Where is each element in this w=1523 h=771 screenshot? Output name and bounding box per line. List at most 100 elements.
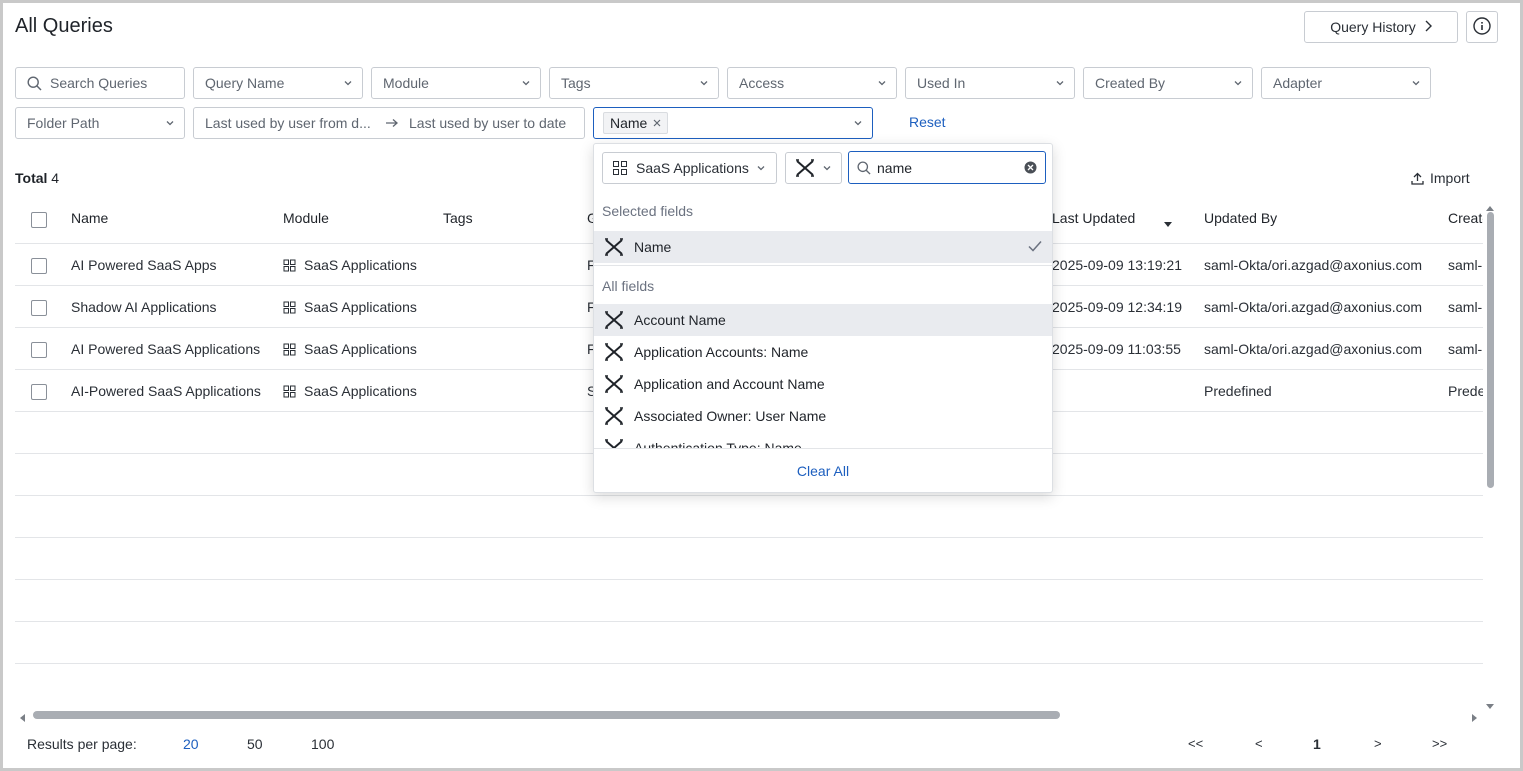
module-select[interactable]: SaaS Applications: [602, 152, 777, 184]
used-in-label: Used In: [917, 75, 966, 91]
adapter-filter[interactable]: Adapter: [1261, 67, 1431, 99]
column-header-module[interactable]: Module: [283, 210, 329, 226]
vertical-scroll-thumb[interactable]: [1487, 212, 1494, 488]
last-page-button[interactable]: >>: [1432, 736, 1447, 751]
field-search-input[interactable]: name: [848, 151, 1046, 184]
access-label: Access: [739, 75, 785, 91]
close-icon[interactable]: [653, 119, 661, 127]
field-item[interactable]: Associated Owner: User Name: [594, 400, 1052, 432]
field-chip: Name: [603, 112, 669, 134]
search-icon: [27, 75, 42, 91]
info-button[interactable]: [1466, 11, 1498, 43]
clear-circle-icon[interactable]: [1024, 161, 1037, 174]
selected-fields-heading: Selected fields: [602, 203, 694, 219]
query-name-cell[interactable]: AI-Powered SaaS Applications: [71, 383, 261, 399]
empty-row: [15, 538, 1483, 580]
field-item[interactable]: Application and Account Name: [594, 368, 1052, 400]
scroll-down-icon[interactable]: [1485, 697, 1495, 713]
row-checkbox[interactable]: [31, 342, 47, 358]
query-name-cell[interactable]: Shadow AI Applications: [71, 299, 217, 315]
used-in-filter[interactable]: Used In: [905, 67, 1075, 99]
import-label: Import: [1430, 170, 1470, 186]
access-filter[interactable]: Access: [727, 67, 897, 99]
created-by-filter[interactable]: Created By: [1083, 67, 1253, 99]
query-name-filter[interactable]: Query Name: [193, 67, 363, 99]
chevron-down-icon: [757, 164, 765, 172]
search-queries-input[interactable]: Search Queries: [15, 67, 185, 99]
apps-grid-icon: [283, 259, 296, 275]
page-title: All Queries: [15, 15, 113, 37]
date-from-input[interactable]: Last used by user from d...: [205, 115, 375, 131]
row-checkbox[interactable]: [31, 258, 47, 274]
field-item-label: Application Accounts: Name: [634, 344, 809, 360]
upload-icon: [1411, 172, 1424, 185]
chevron-down-icon: [522, 79, 530, 87]
sort-desc-icon[interactable]: [1163, 216, 1173, 232]
column-header-created-by[interactable]: Create: [1448, 210, 1483, 226]
tags-label: Tags: [561, 75, 591, 91]
footer-divider: [594, 448, 1052, 449]
chevron-right-icon: [1424, 19, 1432, 35]
select-all-checkbox[interactable]: [31, 212, 47, 228]
chevron-down-icon: [1412, 79, 1420, 87]
field-item-label: Authentication Type: Name: [634, 440, 802, 448]
first-page-button[interactable]: <<: [1188, 736, 1203, 751]
search-placeholder: Search Queries: [50, 75, 148, 91]
date-to-input[interactable]: Last used by user to date: [409, 115, 566, 131]
module-filter[interactable]: Module: [371, 67, 541, 99]
query-history-label: Query History: [1330, 19, 1416, 35]
fields-filter[interactable]: Name: [593, 107, 873, 139]
updated-by-cell: saml-Okta/ori.azgad@axonius.com: [1204, 341, 1423, 357]
adapter-cross-icon: [604, 375, 624, 393]
field-picker-dropdown: SaaS Applications name Selected fields N…: [593, 143, 1053, 493]
query-name-label: Query Name: [205, 75, 285, 91]
date-range-filter[interactable]: Last used by user from d... Last used by…: [193, 107, 585, 139]
column-header-updated-by[interactable]: Updated By: [1204, 210, 1277, 226]
apps-grid-icon: [283, 301, 296, 317]
adapter-select[interactable]: [785, 152, 842, 184]
column-header-name[interactable]: Name: [71, 210, 108, 226]
current-page[interactable]: 1: [1313, 736, 1321, 752]
created-by-cell: Prede: [1448, 383, 1483, 399]
field-item-label: Application and Account Name: [634, 376, 825, 392]
column-header-last-updated[interactable]: Last Updated: [1052, 210, 1135, 226]
updated-by-cell: Predefined: [1204, 383, 1272, 399]
query-name-cell[interactable]: AI Powered SaaS Applications: [71, 341, 260, 357]
folder-path-filter[interactable]: Folder Path: [15, 107, 185, 139]
reset-link[interactable]: Reset: [909, 114, 946, 130]
field-item[interactable]: Application Accounts: Name: [594, 336, 1052, 368]
field-item[interactable]: Authentication Type: Name: [594, 432, 1052, 448]
row-checkbox[interactable]: [31, 300, 47, 316]
tags-filter[interactable]: Tags: [549, 67, 719, 99]
updated-by-cell: saml-Okta/ori.azgad@axonius.com: [1204, 257, 1423, 273]
adapter-cross-icon: [604, 439, 624, 448]
chevron-down-icon: [166, 119, 174, 127]
import-button[interactable]: Import: [1411, 170, 1470, 186]
adapter-cross-icon: [604, 238, 624, 256]
page-size-100[interactable]: 100: [311, 736, 334, 752]
last-updated-cell: 2025-09-09 12:34:19: [1052, 299, 1182, 315]
field-item[interactable]: Account Name: [594, 304, 1052, 336]
query-name-cell[interactable]: AI Powered SaaS Apps: [71, 257, 217, 273]
chevron-down-icon: [344, 79, 352, 87]
column-header-tags[interactable]: Tags: [443, 210, 473, 226]
next-page-button[interactable]: >: [1374, 736, 1382, 751]
apps-grid-icon: [283, 343, 296, 359]
apps-grid-icon: [283, 385, 296, 401]
field-chip-label: Name: [610, 115, 648, 131]
prev-page-button[interactable]: <: [1255, 736, 1263, 751]
empty-row: [15, 496, 1483, 538]
chevron-down-icon: [823, 164, 831, 172]
chevron-down-icon: [700, 79, 708, 87]
page-size-50[interactable]: 50: [247, 736, 263, 752]
clear-all-button[interactable]: Clear All: [594, 463, 1052, 479]
selected-field-item[interactable]: Name: [594, 231, 1052, 263]
horizontal-scroll-thumb[interactable]: [33, 711, 1060, 719]
chevron-down-icon: [1234, 79, 1242, 87]
page-size-20[interactable]: 20: [183, 736, 199, 752]
query-history-button[interactable]: Query History: [1304, 11, 1458, 43]
check-icon: [1028, 240, 1042, 252]
row-checkbox[interactable]: [31, 384, 47, 400]
created-by-label: Created By: [1095, 75, 1166, 91]
module-text: SaaS Applications: [304, 383, 417, 399]
